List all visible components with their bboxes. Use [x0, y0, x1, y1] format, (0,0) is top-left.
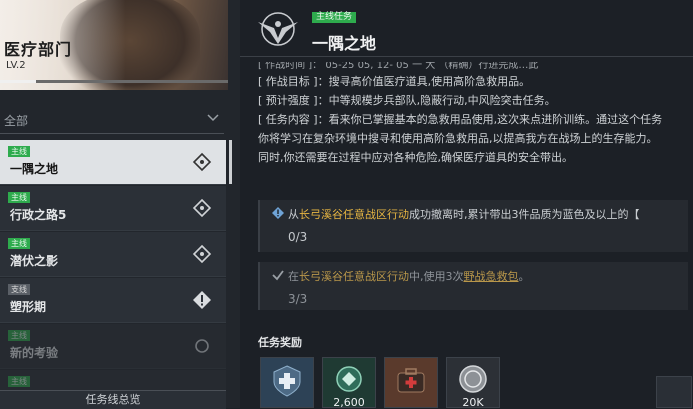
quest-name: 塑形期 — [10, 300, 47, 314]
reward-item[interactable]: 2,600 — [322, 357, 376, 409]
quest-item[interactable]: 主线 潜伏之影 — [0, 232, 226, 277]
info-row-objective: [ 作战目标 ]：搜寻高价值医疗道具,使用高阶急救用品。 — [258, 75, 531, 88]
action-button[interactable] — [656, 376, 692, 408]
quest-filter-dropdown[interactable]: 全部 — [0, 104, 224, 134]
department-card[interactable]: 医疗部门 LV.2 — [0, 0, 228, 90]
objective-text: 在长弓溪谷任意战区行动中,使用3次野战急救包。 — [288, 270, 530, 283]
reward-item[interactable]: 20K — [446, 357, 500, 409]
location-marker-icon — [192, 244, 212, 264]
filter-label: 全部 — [4, 114, 29, 128]
chevron-down-icon — [207, 114, 219, 122]
medical-cross-icon — [273, 365, 301, 397]
reward-amount: 20K — [462, 396, 484, 409]
alert-diamond-icon — [272, 207, 284, 219]
objective-text: 从长弓溪谷任意战区行动成功撤离时,累计带出3件品质为蓝色及以上的【 — [288, 208, 640, 221]
quest-item[interactable]: 主线 一隅之地 — [0, 140, 226, 185]
quest-type-badge: 主线 — [8, 376, 30, 387]
quest-name: 潜伏之影 — [10, 254, 59, 268]
medkit-icon — [397, 368, 425, 393]
quest-item[interactable]: 支线 塑形期 — [0, 278, 226, 323]
quest-list-scrollbar[interactable] — [229, 140, 232, 184]
quest-sidebar: 医疗部门 LV.2 全部 主线 一隅之地 主线 行政之路5 主线 潜伏之影 支线… — [0, 0, 240, 409]
info-row-intensity: [ 预计强度 ]：中等规模步兵部队,隐蔽行动,中风险突击任务。 — [258, 94, 556, 107]
quest-detail-panel: 主线任务 一隅之地 [ 作战时间 ]： 05-25 05, 12- 05 一 大… — [240, 0, 693, 409]
quest-type-badge: 主线 — [8, 192, 30, 203]
reward-item[interactable] — [384, 357, 438, 408]
quest-type-badge: 主线 — [8, 238, 30, 249]
objective-progress: 0/3 — [288, 230, 308, 244]
quest-type-badge: 主线任务 — [312, 12, 357, 23]
rewards-label: 任务奖励 — [258, 336, 302, 349]
divider — [240, 56, 693, 57]
quest-item[interactable]: 主线 — [0, 370, 226, 391]
department-progress-bar — [0, 80, 228, 83]
reward-item[interactable] — [260, 357, 314, 408]
quest-info: [ 作战时间 ]： 05-25 05, 12- 05 一 大 （精确）行进完成…… — [258, 62, 688, 167]
objective-progress: 3/3 — [288, 292, 308, 306]
info-row-clipped: [ 作战时间 ]： 05-25 05, 12- 05 一 大 （精确）行进完成…… — [258, 62, 539, 71]
objective-item: 从长弓溪谷任意战区行动成功撤离时,累计带出3件品质为蓝色及以上的【 0/3 — [258, 200, 688, 252]
quest-name: 一隅之地 — [10, 162, 59, 176]
reward-amount: 2,600 — [333, 396, 365, 409]
location-marker-icon — [192, 152, 212, 172]
quest-type-badge: 主线 — [8, 146, 30, 157]
alert-diamond-icon — [193, 291, 211, 309]
location-marker-icon — [192, 198, 212, 218]
quest-type-badge: 主线 — [8, 330, 30, 341]
department-title: 医疗部门 — [4, 40, 73, 59]
objective-item: 在长弓溪谷任意战区行动中,使用3次野战急救包。 3/3 — [258, 262, 688, 310]
quest-title: 一隅之地 — [312, 34, 377, 53]
checkmark-icon — [272, 270, 284, 281]
quest-type-badge: 支线 — [8, 284, 30, 295]
quest-name: 新的考验 — [10, 346, 59, 360]
eagle-emblem-icon — [258, 12, 298, 46]
coin-icon — [459, 365, 487, 393]
quest-item[interactable]: 主线 新的考验 — [0, 324, 226, 369]
quest-name: 行政之路5 — [10, 208, 67, 222]
quest-item[interactable]: 主线 行政之路5 — [0, 186, 226, 231]
questline-overview-button[interactable]: 任务线总览 — [0, 390, 226, 409]
sync-icon — [195, 339, 209, 353]
info-row-content: [ 任务内容 ]：看来你已掌握基本的急救用品使用,这次来点进阶训练。通过这个任务… — [258, 113, 663, 164]
department-level: LV.2 — [6, 60, 26, 71]
currency-badge-icon — [336, 366, 362, 392]
quest-list: 主线 一隅之地 主线 行政之路5 主线 潜伏之影 支线 塑形期 主线 新的考验 … — [0, 140, 226, 392]
item-link[interactable]: 野战急救包 — [464, 270, 519, 283]
